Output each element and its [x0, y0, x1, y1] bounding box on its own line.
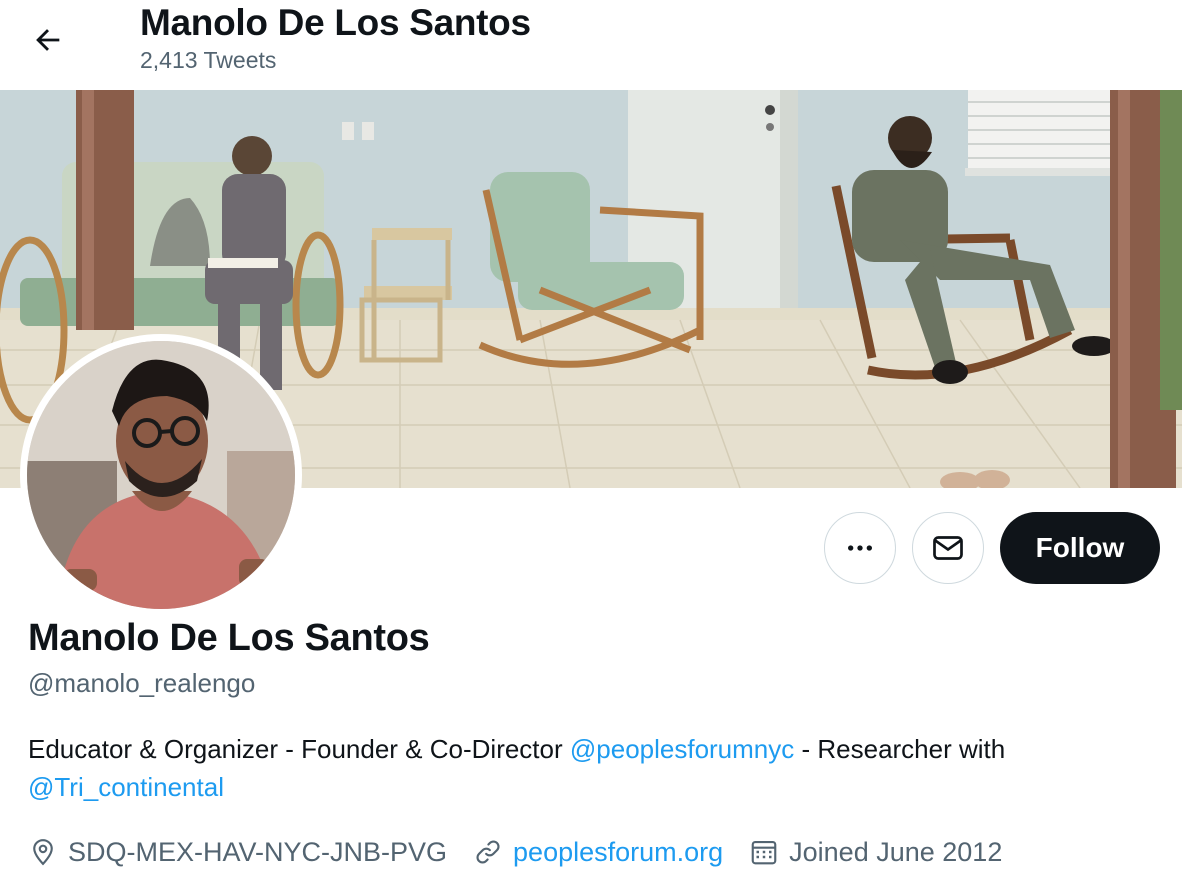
envelope-icon: [933, 536, 963, 560]
message-button[interactable]: [912, 512, 984, 584]
profile-meta: SDQ-MEX-HAV-NYC-JNB-PVG peoplesforum.org…: [28, 832, 1028, 872]
joined-text: Joined June 2012: [789, 836, 1003, 867]
calendar-icon: [751, 840, 777, 865]
location-item: SDQ-MEX-HAV-NYC-JNB-PVG: [28, 837, 447, 868]
back-button[interactable]: [24, 16, 72, 64]
header-title: Manolo De Los Santos: [140, 2, 531, 43]
more-dots-icon: [848, 545, 872, 551]
profile-header-bar: Manolo De Los Santos 2,413 Tweets: [0, 0, 1182, 90]
bio-text: Educator & Organizer - Founder & Co-Dire…: [28, 734, 570, 764]
website-link[interactable]: peoplesforum.org: [513, 837, 723, 868]
profile-avatar[interactable]: [20, 334, 302, 616]
website-item[interactable]: peoplesforum.org: [473, 837, 723, 868]
follow-button[interactable]: Follow: [1000, 512, 1160, 584]
joined-item: Joined June 2012: [749, 837, 1002, 868]
profile-bio: Educator & Organizer - Founder & Co-Dire…: [28, 730, 1168, 806]
location-text: SDQ-MEX-HAV-NYC-JNB-PVG: [68, 836, 448, 867]
profile-handle: @manolo_realengo: [28, 668, 256, 698]
profile-name: Manolo De Los Santos: [28, 617, 430, 659]
link-icon: [476, 840, 500, 864]
mention-link-tri-continental[interactable]: @Tri_continental: [28, 772, 224, 802]
bio-text: - Researcher with: [794, 734, 1006, 764]
more-options-button[interactable]: [824, 512, 896, 584]
location-pin-icon: [33, 839, 53, 866]
mention-link-peoplesforumnyc[interactable]: @peoplesforumnyc: [570, 734, 794, 764]
tweet-count: 2,413 Tweets: [140, 47, 277, 73]
arrow-left-icon: [36, 29, 60, 51]
